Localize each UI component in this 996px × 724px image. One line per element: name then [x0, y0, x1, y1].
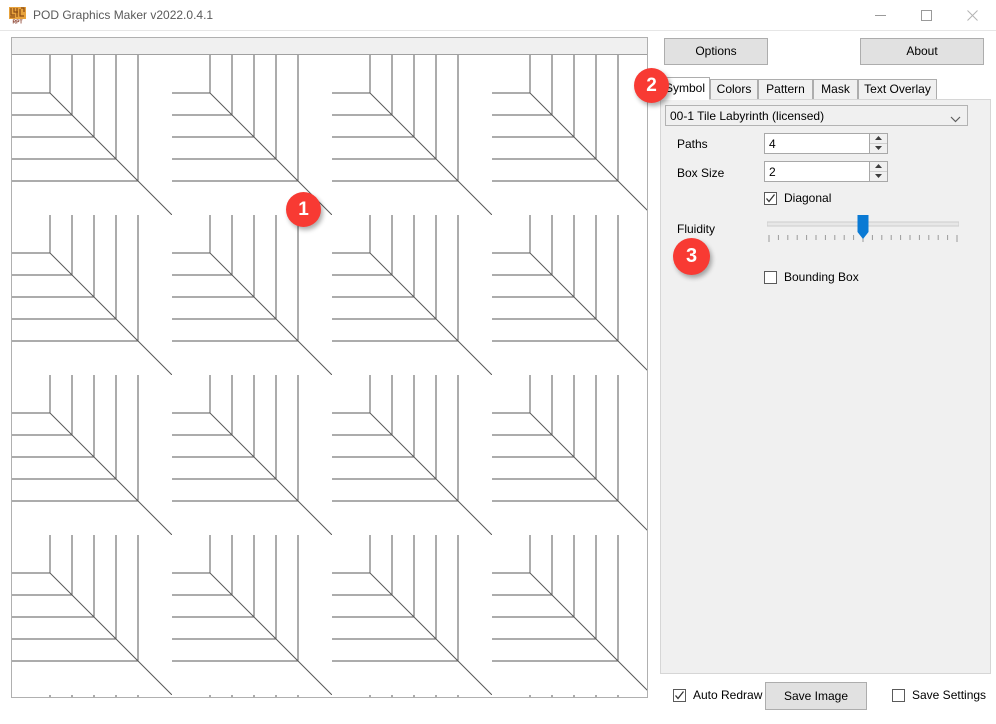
auto-redraw-label: Auto Redraw — [693, 688, 762, 702]
check-icon — [674, 690, 685, 701]
paths-increment-icon[interactable] — [870, 134, 887, 144]
canvas-header-strip — [12, 38, 647, 55]
close-icon[interactable] — [949, 0, 995, 31]
maximize-icon[interactable] — [903, 0, 949, 31]
options-button[interactable]: Options — [664, 38, 768, 65]
symbol-select[interactable]: 00-1 Tile Labyrinth (licensed) — [665, 105, 968, 126]
box-size-value: 2 — [769, 165, 776, 179]
box-size-decrement-icon[interactable] — [870, 172, 887, 181]
save-image-button[interactable]: Save Image — [765, 682, 867, 710]
minimize-icon[interactable] — [857, 0, 903, 31]
diagonal-label: Diagonal — [784, 191, 831, 205]
paths-value: 4 — [769, 137, 776, 151]
save-settings-label: Save Settings — [912, 688, 986, 702]
tab-strip: Symbol Colors Pattern Mask Text Overlay — [660, 77, 990, 99]
box-size-stepper-buttons — [869, 162, 887, 181]
paths-stepper-buttons — [869, 134, 887, 153]
title-bar: RPT POD Graphics Maker v2022.0.4.1 — [0, 0, 996, 31]
pattern-viewport[interactable] — [12, 55, 647, 697]
tab-mask[interactable]: Mask — [813, 79, 858, 99]
paths-stepper[interactable]: 4 — [764, 133, 888, 154]
tab-text-overlay[interactable]: Text Overlay — [858, 79, 937, 99]
annotation-badge-2: 2 — [634, 68, 669, 103]
pattern-preview-panel — [11, 37, 648, 698]
application-window: RPT POD Graphics Maker v2022.0.4.1 1 2 3… — [0, 0, 996, 724]
settings-panel: Options About Symbol Colors Pattern Mask… — [656, 33, 992, 701]
fluidity-slider-graphic — [767, 213, 959, 253]
bottom-action-bar: Auto Redraw Save Image Save Settings — [660, 678, 991, 718]
about-button[interactable]: About — [860, 38, 984, 65]
paths-label: Paths — [677, 137, 708, 151]
box-size-stepper[interactable]: 2 — [764, 161, 888, 182]
svg-text:RPT: RPT — [13, 19, 23, 24]
annotation-badge-3: 3 — [673, 238, 710, 275]
fluidity-slider[interactable] — [767, 213, 959, 253]
auto-redraw-checkbox-box — [673, 689, 686, 702]
check-icon — [765, 193, 776, 204]
diagonal-checkbox-box — [764, 192, 777, 205]
tab-pattern[interactable]: Pattern — [758, 79, 813, 99]
chevron-down-icon — [950, 112, 961, 126]
symbol-select-value: 00-1 Tile Labyrinth (licensed) — [670, 109, 824, 123]
paths-decrement-icon[interactable] — [870, 144, 887, 153]
app-maze-icon: RPT — [9, 7, 26, 24]
save-settings-checkbox-box — [892, 689, 905, 702]
annotation-badge-1: 1 — [286, 192, 321, 227]
box-size-increment-icon[interactable] — [870, 162, 887, 172]
bounding-box-label: Bounding Box — [784, 270, 859, 284]
window-title: POD Graphics Maker v2022.0.4.1 — [33, 8, 213, 22]
bounding-box-checkbox-box — [764, 271, 777, 284]
labyrinth-pattern — [12, 55, 647, 697]
fluidity-label: Fluidity — [677, 222, 715, 236]
symbol-tab-content — [660, 99, 991, 674]
tab-colors[interactable]: Colors — [710, 79, 758, 99]
box-size-label: Box Size — [677, 166, 724, 180]
